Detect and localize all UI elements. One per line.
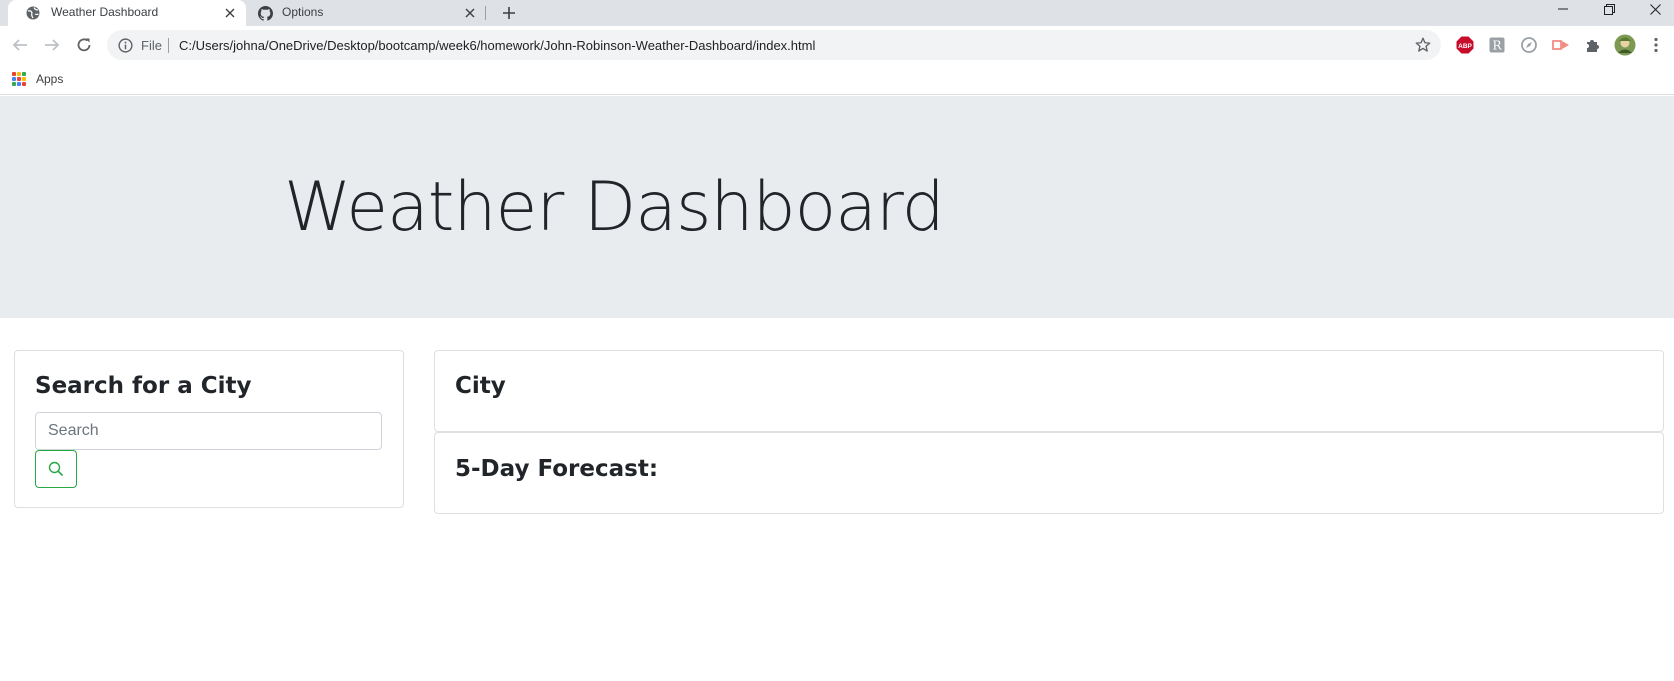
tab-strip: Weather Dashboard Options — [0, 0, 1674, 26]
current-weather-card: City — [434, 350, 1664, 432]
profile-avatar-icon[interactable] — [1613, 33, 1637, 57]
bookmark-label: Apps — [36, 72, 64, 86]
minimize-button[interactable] — [1540, 0, 1586, 18]
apps-grid-icon — [12, 72, 26, 86]
tab-divider — [485, 6, 486, 20]
minimize-icon — [1558, 8, 1568, 10]
scheme-label: File — [141, 38, 162, 53]
url-text[interactable]: C:/Users/johna/OneDrive/Desktop/bootcamp… — [179, 38, 815, 53]
page-header: Weather Dashboard — [0, 96, 1674, 318]
svg-text:ABP: ABP — [1458, 43, 1472, 50]
forecast-heading: 5-Day Forecast: — [455, 456, 659, 482]
back-button[interactable] — [8, 33, 32, 57]
close-icon[interactable] — [222, 5, 238, 21]
reload-button[interactable] — [72, 33, 96, 57]
tab-weather-dashboard[interactable]: Weather Dashboard — [8, 0, 246, 26]
svg-text:R: R — [1492, 39, 1502, 53]
adblock-plus-icon[interactable]: ABP — [1455, 35, 1475, 55]
arrow-right-icon — [45, 39, 60, 51]
window-close-button[interactable] — [1632, 0, 1674, 18]
kebab-menu-icon[interactable] — [1646, 35, 1666, 55]
search-button[interactable] — [35, 450, 77, 488]
search-input[interactable] — [35, 412, 382, 450]
new-tab-button[interactable] — [498, 2, 520, 24]
close-icon[interactable] — [462, 5, 478, 21]
globe-icon — [26, 6, 40, 20]
reload-icon — [77, 38, 91, 52]
restore-button[interactable] — [1586, 0, 1632, 18]
cast-extension-icon[interactable] — [1551, 35, 1571, 55]
tab-title: Options — [282, 5, 324, 19]
close-icon — [1649, 3, 1661, 15]
tab-title: Weather Dashboard — [51, 5, 159, 19]
search-heading: Search for a City — [35, 373, 252, 399]
arrow-left-icon — [12, 39, 27, 51]
search-icon — [48, 461, 64, 477]
forecast-card: 5-Day Forecast: — [434, 432, 1664, 514]
scheme-divider — [168, 38, 169, 53]
github-icon — [258, 6, 273, 21]
address-bar[interactable]: File C:/Users/johna/OneDrive/Desktop/boo… — [107, 30, 1441, 60]
plus-icon — [503, 7, 515, 19]
compass-extension-icon[interactable] — [1519, 35, 1539, 55]
puzzle-icon[interactable] — [1583, 35, 1603, 55]
restore-icon — [1603, 3, 1615, 15]
bookmark-star-icon[interactable] — [1414, 36, 1432, 59]
bookmark-apps[interactable]: Apps — [12, 70, 63, 88]
tab-options[interactable]: Options — [246, 0, 486, 26]
extension-r-icon[interactable]: R — [1487, 35, 1507, 55]
forward-button[interactable] — [40, 33, 64, 57]
bookmarks-bar: Apps — [0, 64, 1674, 95]
info-icon[interactable] — [118, 38, 133, 58]
city-heading: City — [455, 373, 506, 399]
page-title: Weather Dashboard — [284, 168, 945, 247]
search-card: Search for a City — [14, 350, 404, 508]
browser-toolbar: File C:/Users/johna/OneDrive/Desktop/boo… — [0, 26, 1674, 64]
